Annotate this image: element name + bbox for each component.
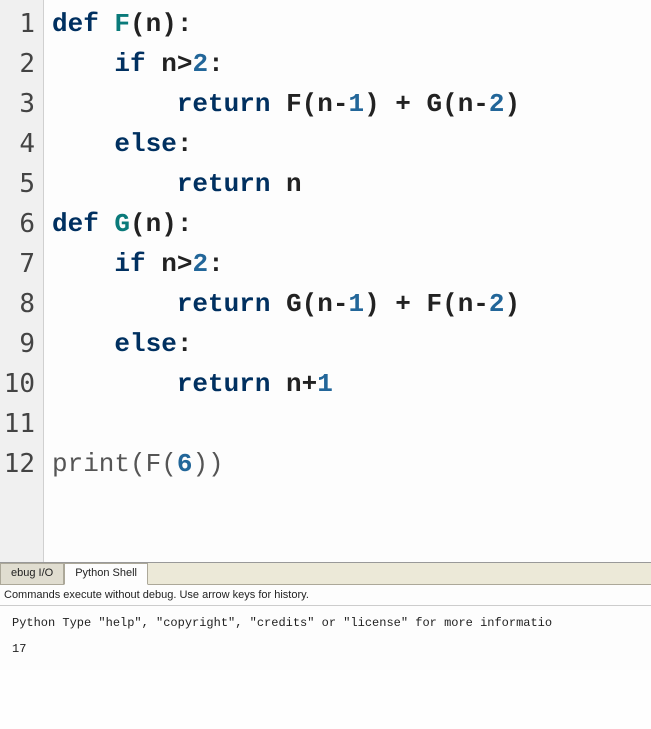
code-line[interactable]: return G(n-1) + F(n-2) <box>52 284 651 324</box>
line-number: 1 <box>0 4 43 44</box>
code-line[interactable]: return F(n-1) + G(n-2) <box>52 84 651 124</box>
bottom-panel: ebug I/O Python Shell Commands execute w… <box>0 562 651 670</box>
shell-body[interactable]: Python Type "help", "copyright", "credit… <box>0 606 651 670</box>
code-line[interactable]: else: <box>52 124 651 164</box>
line-number: 10 <box>0 364 43 404</box>
line-number: 2 <box>0 44 43 84</box>
shell-hint: Commands execute without debug. Use arro… <box>0 585 651 606</box>
line-number: 6 <box>0 204 43 244</box>
tab-bar: ebug I/O Python Shell <box>0 563 651 585</box>
code-editor[interactable]: 1 2 3 4 5 6 7 8 9 10 11 12 def F(n): if … <box>0 0 651 562</box>
code-body[interactable]: def F(n): if n>2: return F(n-1) + G(n-2)… <box>44 0 651 562</box>
code-line[interactable] <box>52 404 651 444</box>
code-line[interactable]: else: <box>52 324 651 364</box>
code-line[interactable]: print(F(6)) <box>52 444 651 484</box>
shell-banner: Python Type "help", "copyright", "credit… <box>4 612 647 638</box>
line-gutter: 1 2 3 4 5 6 7 8 9 10 11 12 <box>0 0 44 562</box>
shell-output: 17 <box>4 638 647 664</box>
line-number: 4 <box>0 124 43 164</box>
line-number: 11 <box>0 404 43 444</box>
line-number: 12 <box>0 444 43 484</box>
code-line[interactable]: if n>2: <box>52 44 651 84</box>
line-number: 8 <box>0 284 43 324</box>
line-number: 5 <box>0 164 43 204</box>
code-line[interactable]: def F(n): <box>52 4 651 44</box>
tab-debug-io[interactable]: ebug I/O <box>0 563 64 584</box>
shell-area[interactable]: Commands execute without debug. Use arro… <box>0 585 651 670</box>
line-number: 9 <box>0 324 43 364</box>
line-number: 3 <box>0 84 43 124</box>
code-line[interactable]: return n <box>52 164 651 204</box>
code-line[interactable]: def G(n): <box>52 204 651 244</box>
line-number: 7 <box>0 244 43 284</box>
code-line[interactable]: if n>2: <box>52 244 651 284</box>
code-line[interactable]: return n+1 <box>52 364 651 404</box>
tab-python-shell[interactable]: Python Shell <box>64 563 148 585</box>
